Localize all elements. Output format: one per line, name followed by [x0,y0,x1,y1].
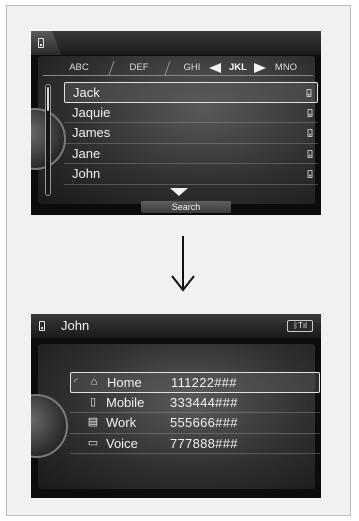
phone-number: 333444### [170,394,238,410]
tab-ghi[interactable]: GHI [177,60,207,76]
phone-number: 777888### [170,435,238,451]
phone-tab[interactable] [31,31,61,55]
tab-mno[interactable]: MNO [269,60,303,76]
phone-icon [307,170,313,178]
detail-display: ◜ ⌂ Home 111222### ▯ Mobile 333444### ▤ … [31,344,320,489]
phone-icon [39,321,45,331]
phone-icon [38,38,44,48]
tab-divider [164,61,171,75]
contact-detail-screen: John ᛒTıl ◜ ⌂ Home 111222### ▯ Mobile 33… [31,314,321,498]
number-type: Home [107,375,142,390]
contact-name: John [72,166,101,181]
phone-icon [307,149,313,158]
contact-name: Jaquie [72,104,111,120]
phone-number: 555666### [170,415,238,430]
phone-icon [307,129,313,137]
down-arrow-icon [171,236,195,292]
bluetooth-signal-icon: ᛒTıl [287,320,313,332]
number-type: Mobile [106,394,145,410]
contact-row[interactable]: Jack [64,82,318,103]
contact-row[interactable]: James [64,123,318,144]
contact-row[interactable]: Jaquie [64,103,318,123]
right-arrow-icon[interactable] [254,63,266,73]
number-row[interactable]: ◜ ⌂ Home 111222### [70,372,320,393]
scroll-thumb[interactable] [47,87,49,111]
contact-list: Jack Jaquie James Jane John [64,82,318,185]
contact-title: John [61,318,90,333]
left-arrow-icon[interactable] [209,63,221,73]
dial-knob-graphic [31,394,68,458]
tab-divider [108,61,115,75]
number-row[interactable]: ▯ Mobile 333444### [70,393,320,413]
scrollbar[interactable] [45,84,51,196]
alphabet-tabs: ABC DEF GHI JKL MNO [43,60,313,76]
top-bar: John ᛒTıl [31,314,321,338]
phonebook-screen: ABC DEF GHI JKL MNO Jack Jaquie James Ja… [31,31,321,215]
list-display: ABC DEF GHI JKL MNO Jack Jaquie James Ja… [31,56,318,204]
tab-jkl[interactable]: JKL [223,60,253,76]
contact-row[interactable]: John [64,164,318,185]
contact-row[interactable]: Jane [64,144,318,164]
number-row[interactable]: ▭ Voice 777888### [70,434,320,454]
tab-abc[interactable]: ABC [61,60,97,76]
phone-icon [306,89,312,97]
number-type: Work [106,415,137,430]
contact-name: James [72,125,111,140]
number-row[interactable]: ▤ Work 555666### [70,413,320,434]
phone-number: 111222### [171,375,237,390]
phone-icon [307,108,313,117]
top-bar [31,31,321,55]
contact-name: Jane [72,145,101,161]
call-icon: ◜ [74,377,78,388]
work-icon: ▤ [87,416,99,428]
number-list: ◜ ⌂ Home 111222### ▯ Mobile 333444### ▤ … [70,372,320,454]
tab-def[interactable]: DEF [121,60,157,76]
number-type: Voice [106,435,138,451]
mobile-icon: ▯ [89,395,97,408]
search-arrow-icon [170,188,188,196]
search-button[interactable]: Search [141,201,231,213]
contact-name: Jack [73,85,100,100]
home-icon: ⌂ [90,376,98,388]
voice-icon: ▭ [87,436,99,449]
